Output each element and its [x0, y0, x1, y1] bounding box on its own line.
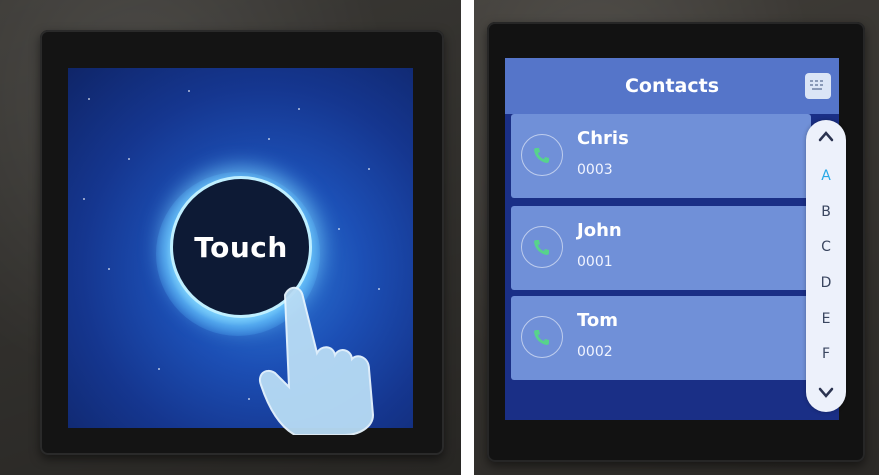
chevron-down-icon[interactable] — [818, 386, 834, 398]
alphabet-index[interactable]: A B C D E F — [806, 120, 846, 412]
phone-icon — [534, 240, 549, 255]
index-letter-d[interactable]: D — [806, 275, 846, 291]
hand-pointer-icon — [259, 286, 375, 435]
contact-item[interactable]: Chris 0003 — [511, 114, 811, 198]
chevron-up-icon[interactable] — [818, 130, 834, 142]
contact-number: 0001 — [577, 254, 613, 270]
touch-label: Touch — [194, 230, 288, 264]
contacts-header: Contacts — [505, 58, 839, 114]
contact-item[interactable]: John 0001 — [511, 206, 811, 290]
contact-number: 0002 — [577, 344, 613, 360]
index-letter-e[interactable]: E — [806, 311, 846, 327]
contact-name: John — [577, 220, 622, 241]
contacts-title: Contacts — [624, 75, 720, 97]
index-letter-b[interactable]: B — [806, 204, 846, 220]
call-button[interactable] — [521, 134, 563, 176]
index-letter-f[interactable]: F — [806, 346, 846, 362]
contacts-screen: Contacts Chris 0003 John 0001 Tom 0002 — [505, 58, 839, 420]
contact-name: Tom — [577, 310, 619, 331]
contact-name: Chris — [577, 128, 629, 149]
keypad-icon — [810, 80, 823, 90]
index-letter-a[interactable]: A — [806, 168, 846, 184]
contact-item[interactable]: Tom 0002 — [511, 296, 811, 380]
index-letter-c[interactable]: C — [806, 239, 846, 255]
phone-icon — [534, 330, 549, 345]
contact-number: 0003 — [577, 162, 613, 178]
phone-icon — [534, 148, 549, 163]
call-button[interactable] — [521, 316, 563, 358]
keypad-button[interactable] — [805, 73, 831, 99]
call-button[interactable] — [521, 226, 563, 268]
